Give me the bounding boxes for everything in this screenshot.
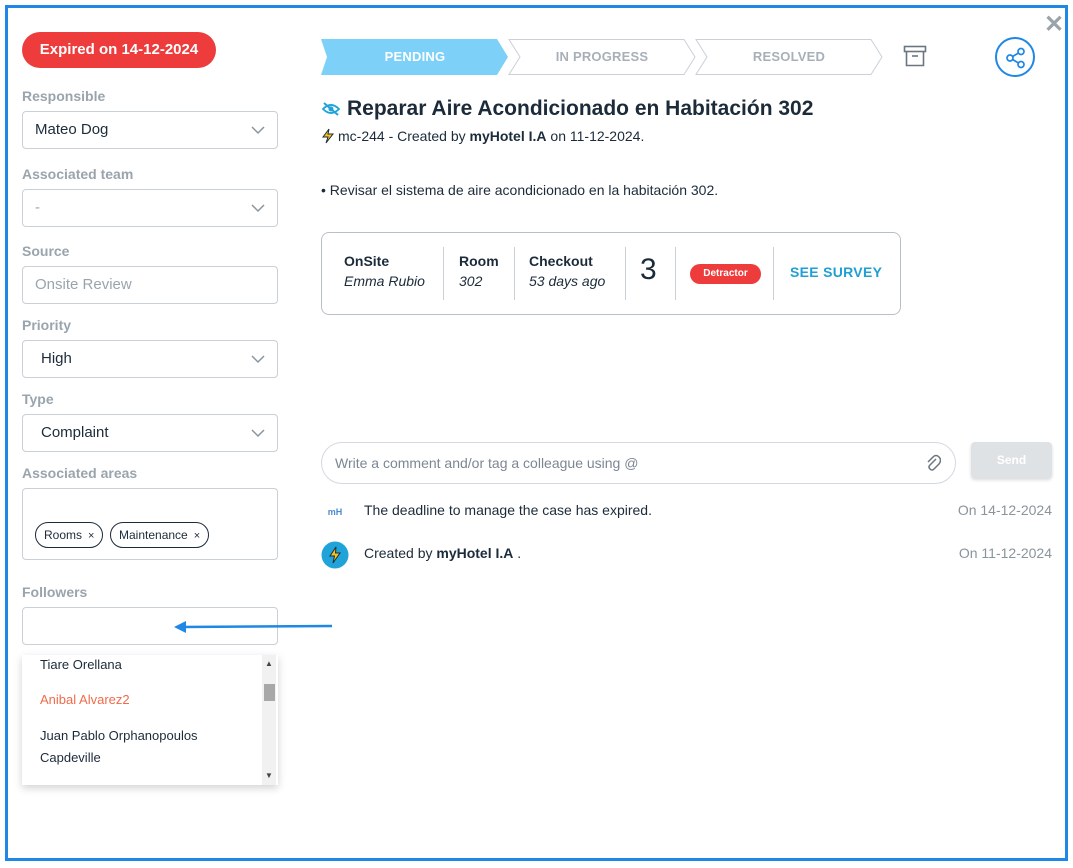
- step-in-progress[interactable]: IN PROGRESS: [508, 39, 696, 75]
- chip-rooms: Rooms ×: [35, 522, 104, 548]
- step-label: IN PROGRESS: [555, 49, 649, 64]
- comment-placeholder: Write a comment and/or tag a colleague u…: [335, 455, 639, 471]
- priority-value: High: [41, 350, 72, 367]
- case-description: • Revisar el sistema de aire acondiciona…: [321, 182, 719, 198]
- priority-select[interactable]: High: [22, 340, 278, 378]
- followers-label: Followers: [22, 584, 88, 600]
- dropdown-scrollbar[interactable]: ▲ ▼: [262, 655, 276, 785]
- priority-label: Priority: [22, 317, 72, 333]
- meta-prefix: mc-244 - Created by: [338, 128, 470, 144]
- myhotel-logo-icon: mH: [327, 507, 343, 517]
- guest-checkout: Checkout 53 days ago: [529, 253, 605, 289]
- archive-icon[interactable]: [903, 45, 927, 67]
- responsible-value: Mateo Dog: [35, 121, 109, 138]
- lightning-icon: [322, 128, 335, 144]
- divider: [675, 247, 676, 300]
- scroll-thumb[interactable]: [264, 684, 275, 701]
- chevron-down-icon: [251, 355, 265, 364]
- guest-room: Room 302: [459, 253, 499, 289]
- responsible-select[interactable]: Mateo Dog: [22, 111, 278, 149]
- guest-name: Emma Rubio: [344, 273, 425, 289]
- log-prefix: Created by: [364, 545, 437, 561]
- source-heading: OnSite: [344, 253, 390, 269]
- expired-badge: Expired on 14-12-2024: [22, 32, 216, 68]
- log-author: myHotel I.A: [436, 545, 514, 561]
- scroll-down-icon[interactable]: ▼: [262, 769, 276, 783]
- divider: [514, 247, 515, 300]
- room-number: 302: [459, 273, 483, 289]
- type-select[interactable]: Complaint: [22, 414, 278, 452]
- team-select[interactable]: -: [22, 189, 278, 227]
- checkout-heading: Checkout: [529, 253, 593, 269]
- log-suffix: .: [513, 545, 522, 561]
- team-label: Associated team: [22, 166, 134, 182]
- remove-chip-icon[interactable]: ×: [88, 530, 94, 542]
- dropdown-option[interactable]: Tiare Orellana: [40, 655, 122, 676]
- share-button[interactable]: [995, 37, 1035, 77]
- divider: [625, 247, 626, 300]
- guest-source: OnSite Emma Rubio: [344, 253, 425, 289]
- chevron-down-icon: [251, 204, 265, 213]
- step-label: RESOLVED: [752, 49, 826, 64]
- survey-score: 3: [640, 253, 657, 286]
- guest-card: OnSite Emma Rubio Room 302 Checkout 53 d…: [321, 232, 901, 315]
- detractor-badge: Detractor: [690, 264, 761, 284]
- remove-chip-icon[interactable]: ×: [194, 530, 200, 542]
- log-date: On 14-12-2024: [957, 502, 1052, 518]
- meta-author: myHotel I.A: [469, 128, 547, 144]
- chevron-down-icon: [251, 126, 265, 135]
- chip-label: Maintenance: [119, 528, 188, 542]
- step-pending[interactable]: PENDING: [321, 39, 509, 75]
- divider: [443, 247, 444, 300]
- room-heading: Room: [459, 253, 499, 269]
- case-title: Reparar Aire Acondicionado en Habitación…: [347, 97, 814, 120]
- meta-suffix: on 11-12-2024.: [546, 128, 645, 144]
- source-placeholder: Onsite Review: [35, 276, 132, 293]
- log-entry: mH The deadline to manage the case has e…: [321, 498, 1052, 526]
- dropdown-option-continued[interactable]: Capdeville: [40, 747, 101, 769]
- step-label: PENDING: [384, 49, 446, 64]
- see-survey-link[interactable]: SEE SURVEY: [790, 264, 882, 280]
- step-resolved[interactable]: RESOLVED: [695, 39, 883, 75]
- case-meta: mc-244 - Created by myHotel I.A on 11-12…: [321, 128, 644, 144]
- responsible-label: Responsible: [22, 88, 106, 104]
- log-date: On 11-12-2024: [958, 545, 1052, 561]
- chip-maintenance: Maintenance ×: [110, 522, 210, 548]
- checkout-value: 53 days ago: [529, 273, 606, 289]
- source-field[interactable]: Onsite Review: [22, 266, 278, 304]
- areas-label: Associated areas: [22, 465, 138, 481]
- dropdown-option[interactable]: Juan Pablo Orphanopoulos: [40, 725, 198, 747]
- followers-dropdown: Tiare Orellana Anibal Alvarez2 Juan Pabl…: [22, 655, 278, 785]
- areas-multiselect[interactable]: Rooms × Maintenance ×: [22, 488, 278, 560]
- log-text: Created by myHotel I.A .: [364, 545, 521, 561]
- team-value: -: [35, 199, 40, 216]
- lightning-avatar-icon: [321, 541, 349, 569]
- type-label: Type: [22, 391, 54, 407]
- share-icon: [1006, 47, 1025, 69]
- eye-off-icon[interactable]: [321, 101, 341, 117]
- scroll-up-icon[interactable]: ▲: [262, 657, 276, 671]
- chevron-down-icon: [251, 429, 265, 438]
- source-label: Source: [22, 243, 70, 259]
- type-value: Complaint: [41, 424, 109, 441]
- log-text: The deadline to manage the case has expi…: [364, 502, 652, 518]
- divider: [773, 247, 774, 300]
- send-button[interactable]: Send: [971, 442, 1052, 478]
- close-icon[interactable]: ✕: [1042, 13, 1066, 37]
- dropdown-option-highlighted[interactable]: Anibal Alvarez2: [40, 689, 130, 711]
- annotation-arrow-icon: [174, 621, 333, 633]
- comment-input[interactable]: Write a comment and/or tag a colleague u…: [321, 442, 956, 484]
- paperclip-icon[interactable]: [925, 454, 941, 472]
- log-entry: Created by myHotel I.A . On 11-12-2024: [321, 541, 1052, 569]
- chip-label: Rooms: [44, 528, 83, 542]
